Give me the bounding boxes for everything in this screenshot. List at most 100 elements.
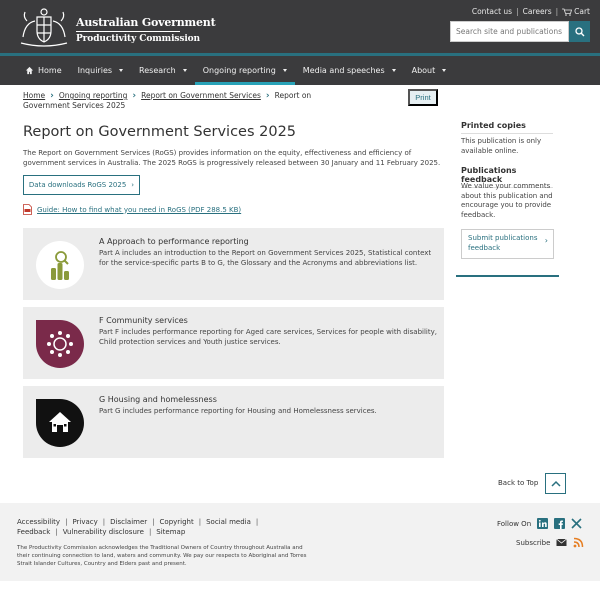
nav-item-media[interactable]: Media and speeches bbox=[295, 56, 404, 85]
linkedin-icon[interactable] bbox=[537, 518, 549, 529]
breadcrumb-rogs[interactable]: Report on Government Services bbox=[141, 91, 261, 100]
nav-label: About bbox=[411, 66, 436, 75]
subscribe: Subscribe bbox=[516, 537, 584, 548]
printed-copies-text: This publication is only available onlin… bbox=[461, 137, 542, 155]
utility-links: Contact us | Careers | Cart bbox=[472, 7, 590, 16]
card-title: A Approach to performance reporting bbox=[99, 237, 249, 246]
caret-down-icon bbox=[391, 69, 396, 72]
rss-icon[interactable] bbox=[573, 537, 584, 548]
footer-link-vulnerability[interactable]: Vulnerability disclosure bbox=[63, 528, 144, 536]
back-to-top-link[interactable]: Back to Top bbox=[498, 479, 538, 487]
printed-copies-heading: Printed copies bbox=[461, 121, 553, 134]
chevron-right-icon: › bbox=[131, 181, 135, 189]
site-footer: Accessibility | Privacy | Disclaimer | Copyrig… bbox=[0, 503, 600, 581]
guide-link[interactable]: Guide: How to find what you need in RoGS… bbox=[37, 206, 241, 214]
submit-feedback-button[interactable]: Submit publications feedback › bbox=[461, 229, 554, 259]
data-downloads-label: Data downloads RoGS 2025 bbox=[28, 181, 127, 189]
footer-link-privacy[interactable]: Privacy bbox=[72, 518, 97, 526]
utility-separator: | bbox=[516, 7, 519, 16]
brand-line-commission: Productivity Commission bbox=[76, 34, 201, 44]
footer-links-row: Feedback | Vulnerability disclosure | Sitema… bbox=[17, 527, 287, 537]
footer-link-disclaimer[interactable]: Disclaimer bbox=[110, 518, 147, 526]
cart-link[interactable]: Cart bbox=[562, 7, 590, 16]
card-title: F Community services bbox=[99, 316, 188, 325]
community-icon bbox=[36, 320, 84, 368]
footer-separator: | bbox=[65, 518, 68, 526]
search-input[interactable] bbox=[450, 21, 569, 42]
follow-on: Follow On bbox=[497, 518, 582, 529]
chevron-right-icon: › bbox=[265, 91, 270, 101]
cart-icon bbox=[562, 8, 573, 16]
page-title: Report on Government Services 2025 bbox=[23, 124, 297, 140]
utility-separator: | bbox=[555, 7, 559, 16]
card-title: G Housing and homelessness bbox=[99, 395, 217, 404]
chevron-right-icon: › bbox=[132, 91, 137, 101]
part-card-f[interactable]: F Community services Part F includes per… bbox=[23, 307, 444, 379]
pdf-icon bbox=[23, 204, 32, 215]
footer-separator: | bbox=[55, 528, 58, 536]
footer-separator: | bbox=[102, 518, 106, 526]
nav-label: Media and speeches bbox=[302, 66, 385, 75]
caret-down-icon bbox=[182, 69, 187, 72]
nav-label: Inquiries bbox=[77, 66, 113, 75]
footer-link-feedback[interactable]: Feedback bbox=[17, 528, 50, 536]
breadcrumb: Home › Ongoing reporting › Report on Governm… bbox=[23, 91, 333, 111]
search-icon bbox=[574, 26, 584, 36]
data-downloads-button[interactable]: Data downloads RoGS 2025 › bbox=[23, 175, 140, 195]
nav-item-about[interactable]: About bbox=[404, 56, 455, 85]
chevron-right-icon: › bbox=[50, 91, 54, 101]
card-description: Part F includes performance reporting fo… bbox=[99, 328, 437, 346]
breadcrumb-home[interactable]: Home bbox=[23, 91, 45, 100]
cart-label: Cart bbox=[574, 7, 590, 16]
bar-chart-magnifier-icon bbox=[36, 241, 84, 289]
footer-link-accessibility[interactable]: Accessibility bbox=[17, 518, 60, 526]
part-card-g[interactable]: G Housing and homelessness Part G includ… bbox=[23, 386, 444, 458]
nav-item-ongoing-reporting[interactable]: Ongoing reporting bbox=[194, 56, 295, 85]
caret-down-icon bbox=[282, 69, 287, 72]
footer-link-social-media[interactable]: Social media bbox=[206, 518, 251, 526]
email-icon[interactable] bbox=[556, 537, 568, 548]
nav-label: Home bbox=[38, 66, 62, 75]
feedback-text: We value your comments about this public… bbox=[461, 182, 553, 219]
footer-links-row: Accessibility | Privacy | Disclaimer | Copyrig… bbox=[17, 517, 287, 527]
card-description: Part G includes performance reporting fo… bbox=[99, 407, 377, 415]
chevron-right-icon: › bbox=[544, 236, 548, 245]
follow-label: Follow On bbox=[497, 519, 532, 528]
footer-link-copyright[interactable]: Copyright bbox=[160, 518, 194, 526]
careers-link[interactable]: Careers bbox=[523, 7, 552, 16]
caret-down-icon bbox=[442, 69, 447, 72]
print-button[interactable]: Print bbox=[408, 89, 438, 106]
footer-separator: | bbox=[255, 518, 259, 526]
x-icon[interactable] bbox=[571, 518, 582, 529]
submit-feedback-label: Submit publications feedback bbox=[468, 234, 538, 252]
footer-separator: | bbox=[152, 518, 155, 526]
breadcrumb-ongoing-reporting[interactable]: Ongoing reporting bbox=[59, 91, 128, 100]
acknowledgement-of-country: The Productivity Commission acknowledges… bbox=[17, 545, 307, 567]
home-icon bbox=[25, 66, 34, 75]
back-to-top-button[interactable] bbox=[545, 473, 566, 494]
brand-line-government: Australian Government bbox=[76, 16, 216, 29]
coat-of-arms-icon bbox=[20, 8, 68, 47]
footer-separator: | bbox=[198, 518, 202, 526]
intro-text: The Report on Government Services (RoGS)… bbox=[23, 149, 441, 167]
sidebar-divider bbox=[456, 275, 559, 277]
card-description: Part A includes an introduction to the R… bbox=[99, 249, 432, 267]
site-logo[interactable]: Australian Government Productivity Commi… bbox=[17, 7, 216, 47]
facebook-icon[interactable] bbox=[554, 518, 566, 529]
site-search bbox=[450, 21, 590, 42]
nav-item-research[interactable]: Research bbox=[131, 56, 195, 85]
part-card-a[interactable]: A Approach to performance reporting Part… bbox=[23, 228, 444, 300]
footer-link-sitemap[interactable]: Sitemap bbox=[156, 528, 185, 536]
contact-link[interactable]: Contact us bbox=[472, 7, 512, 16]
nav-label: Ongoing reporting bbox=[202, 66, 276, 75]
site-header: Australian Government Productivity Commi… bbox=[0, 0, 600, 53]
caret-down-icon bbox=[119, 69, 124, 72]
footer-links: Accessibility | Privacy | Disclaimer | Copyrig… bbox=[17, 517, 287, 537]
guide-pdf: Guide: How to find what you need in RoGS… bbox=[23, 204, 241, 215]
chevron-up-icon bbox=[550, 480, 561, 487]
search-button[interactable] bbox=[569, 21, 590, 42]
nav-item-inquiries[interactable]: Inquiries bbox=[70, 56, 131, 85]
main-navigation: Home Inquiries Research Ongoing reportin… bbox=[0, 56, 600, 85]
nav-item-home[interactable]: Home bbox=[17, 56, 70, 85]
nav-label: Research bbox=[139, 66, 176, 75]
